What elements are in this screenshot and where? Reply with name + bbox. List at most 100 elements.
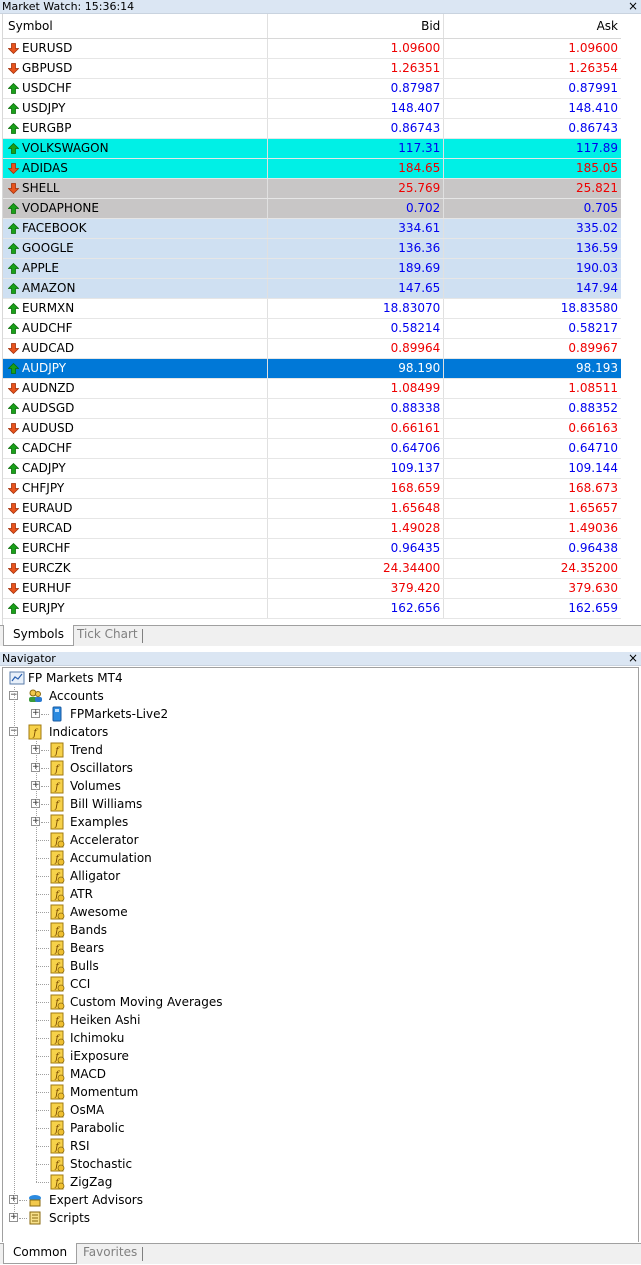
tree-indicator-item[interactable]: ATR [70, 885, 93, 903]
table-row[interactable]: CADJPY 109.137 109.144 [3, 459, 621, 479]
table-row[interactable]: VODAPHONE 0.702 0.705 [3, 199, 621, 219]
symbol-cell: EURUSD [3, 39, 268, 58]
tree-indicator-folder[interactable]: Trend [70, 741, 103, 759]
ask-cell: 117.89 [576, 141, 618, 155]
tree-expert-advisors[interactable]: Expert Advisors [49, 1191, 143, 1209]
table-row[interactable]: GOOGLE 136.36 136.59 [3, 239, 621, 259]
tree-indicator-item[interactable]: RSI [70, 1137, 90, 1155]
tree-root[interactable]: FP Markets MT4 [28, 669, 123, 687]
tree-indicator-item[interactable]: Alligator [70, 867, 120, 885]
table-row[interactable]: AUDNZD 1.08499 1.08511 [3, 379, 621, 399]
tree-indicator-item[interactable]: Custom Moving Averages [70, 993, 222, 1011]
market-watch-close-icon[interactable]: × [628, 0, 638, 13]
tree-account-item[interactable]: FPMarkets-Live2 [70, 705, 168, 723]
indicator-icon: f [50, 814, 64, 830]
table-row[interactable]: EURAUD 1.65648 1.65657 [3, 499, 621, 519]
tree-indicator-item[interactable]: Bands [70, 921, 107, 939]
tree-indicator-folder[interactable]: Oscillators [70, 759, 133, 777]
script-icon [29, 1211, 41, 1225]
tab-symbols[interactable]: Symbols [3, 625, 74, 646]
up-arrow-icon [8, 243, 19, 254]
table-row[interactable]: AUDJPY 98.190 98.193 [3, 359, 621, 379]
up-arrow-icon [8, 103, 19, 114]
ask-cell: 1.09600 [568, 41, 618, 55]
table-row[interactable]: EURHUF 379.420 379.630 [3, 579, 621, 599]
tree-line [36, 948, 49, 949]
tree-indicator-folder[interactable]: Examples [70, 813, 128, 831]
up-arrow-icon [8, 223, 19, 234]
table-row[interactable]: AUDSGD 0.88338 0.88352 [3, 399, 621, 419]
tree-indicator-item[interactable]: Ichimoku [70, 1029, 124, 1047]
tree-indicator-item[interactable]: Momentum [70, 1083, 138, 1101]
market-watch-rows: EURUSD 1.09600 1.09600 GBPUSD 1.26351 1.26354… [3, 39, 621, 619]
table-row[interactable]: USDCHF 0.87987 0.87991 [3, 79, 621, 99]
tab-favorites[interactable]: Favorites [74, 1243, 146, 1264]
tree-indicators[interactable]: Indicators [49, 723, 108, 741]
symbol-cell: EURMXN [3, 299, 268, 318]
tree-line [36, 1128, 49, 1129]
tree-indicator-item[interactable]: CCI [70, 975, 90, 993]
ask-cell: 25.821 [576, 181, 618, 195]
table-row[interactable]: AUDCHF 0.58214 0.58217 [3, 319, 621, 339]
bid-cell: 1.49028 [268, 519, 445, 538]
up-arrow-icon [8, 463, 19, 474]
tree-indicator-folder[interactable]: Volumes [70, 777, 121, 795]
symbol-name: USDJPY [22, 101, 66, 115]
tree-indicator-item[interactable]: Bulls [70, 957, 99, 975]
tree-indicator-item[interactable]: Accumulation [70, 849, 152, 867]
tab-tick-chart[interactable]: Tick Chart [68, 625, 147, 646]
table-row[interactable]: EURCHF 0.96435 0.96438 [3, 539, 621, 559]
bid-cell: 184.65 [268, 159, 445, 178]
table-row[interactable]: SHELL 25.769 25.821 [3, 179, 621, 199]
table-row[interactable]: CADCHF 0.64706 0.64710 [3, 439, 621, 459]
tree-indicator-item[interactable]: Bears [70, 939, 104, 957]
column-header-bid[interactable]: Bid [268, 14, 445, 38]
column-header-symbol[interactable]: Symbol [3, 14, 268, 38]
tree-line [41, 822, 49, 823]
expand-icon[interactable]: + [31, 709, 40, 718]
tree-indicator-item[interactable]: ZigZag [70, 1173, 112, 1191]
tree-indicator-item[interactable]: iExposure [70, 1047, 129, 1065]
market-watch-title: Market Watch: 15:36:14 [2, 0, 135, 13]
tree-indicator-item[interactable]: Parabolic [70, 1119, 125, 1137]
table-row[interactable]: AMAZON 147.65 147.94 [3, 279, 621, 299]
tab-common[interactable]: Common [3, 1243, 78, 1264]
table-row[interactable]: EURJPY 162.656 162.659 [3, 599, 621, 619]
indicator-icon: f [50, 976, 65, 992]
symbol-name: CADJPY [22, 461, 66, 475]
symbol-cell: AUDNZD [3, 379, 268, 398]
tree-indicator-item[interactable]: OsMA [70, 1101, 104, 1119]
tree-indicator-item[interactable]: Stochastic [70, 1155, 132, 1173]
tab-separator [142, 629, 143, 643]
table-row[interactable]: EURMXN 18.83070 18.83580 [3, 299, 621, 319]
tree-scripts[interactable]: Scripts [49, 1209, 90, 1227]
table-row[interactable]: EURGBP 0.86743 0.86743 [3, 119, 621, 139]
table-row[interactable]: AUDCAD 0.89964 0.89967 [3, 339, 621, 359]
table-row[interactable]: CHFJPY 168.659 168.673 [3, 479, 621, 499]
tree-line [36, 1092, 49, 1093]
navigator-close-icon[interactable]: × [628, 652, 638, 665]
bid-cell: 0.66161 [268, 419, 445, 438]
column-header-ask[interactable]: Ask [444, 14, 621, 38]
table-row[interactable]: GBPUSD 1.26351 1.26354 [3, 59, 621, 79]
tree-indicator-item[interactable]: Heiken Ashi [70, 1011, 140, 1029]
indicator-icon: f [50, 778, 64, 794]
bid-cell: 109.137 [268, 459, 445, 478]
table-row[interactable]: VOLKSWAGON 117.31 117.89 [3, 139, 621, 159]
tree-indicator-item[interactable]: MACD [70, 1065, 106, 1083]
tree-indicator-folder[interactable]: Bill Williams [70, 795, 142, 813]
down-arrow-icon [8, 583, 19, 594]
table-row[interactable]: FACEBOOK 334.61 335.02 [3, 219, 621, 239]
tree-indicator-item[interactable]: Awesome [70, 903, 128, 921]
table-row[interactable]: APPLE 189.69 190.03 [3, 259, 621, 279]
tree-accounts[interactable]: Accounts [49, 687, 104, 705]
bid-cell: 0.702 [268, 199, 445, 218]
table-row[interactable]: AUDUSD 0.66161 0.66163 [3, 419, 621, 439]
table-row[interactable]: EURUSD 1.09600 1.09600 [3, 39, 621, 59]
table-row[interactable]: ADIDAS 184.65 185.05 [3, 159, 621, 179]
table-row[interactable]: EURCZK 24.34400 24.35200 [3, 559, 621, 579]
table-row[interactable]: EURCAD 1.49028 1.49036 [3, 519, 621, 539]
tree-indicator-item[interactable]: Accelerator [70, 831, 139, 849]
down-arrow-icon [8, 63, 19, 74]
table-row[interactable]: USDJPY 148.407 148.410 [3, 99, 621, 119]
